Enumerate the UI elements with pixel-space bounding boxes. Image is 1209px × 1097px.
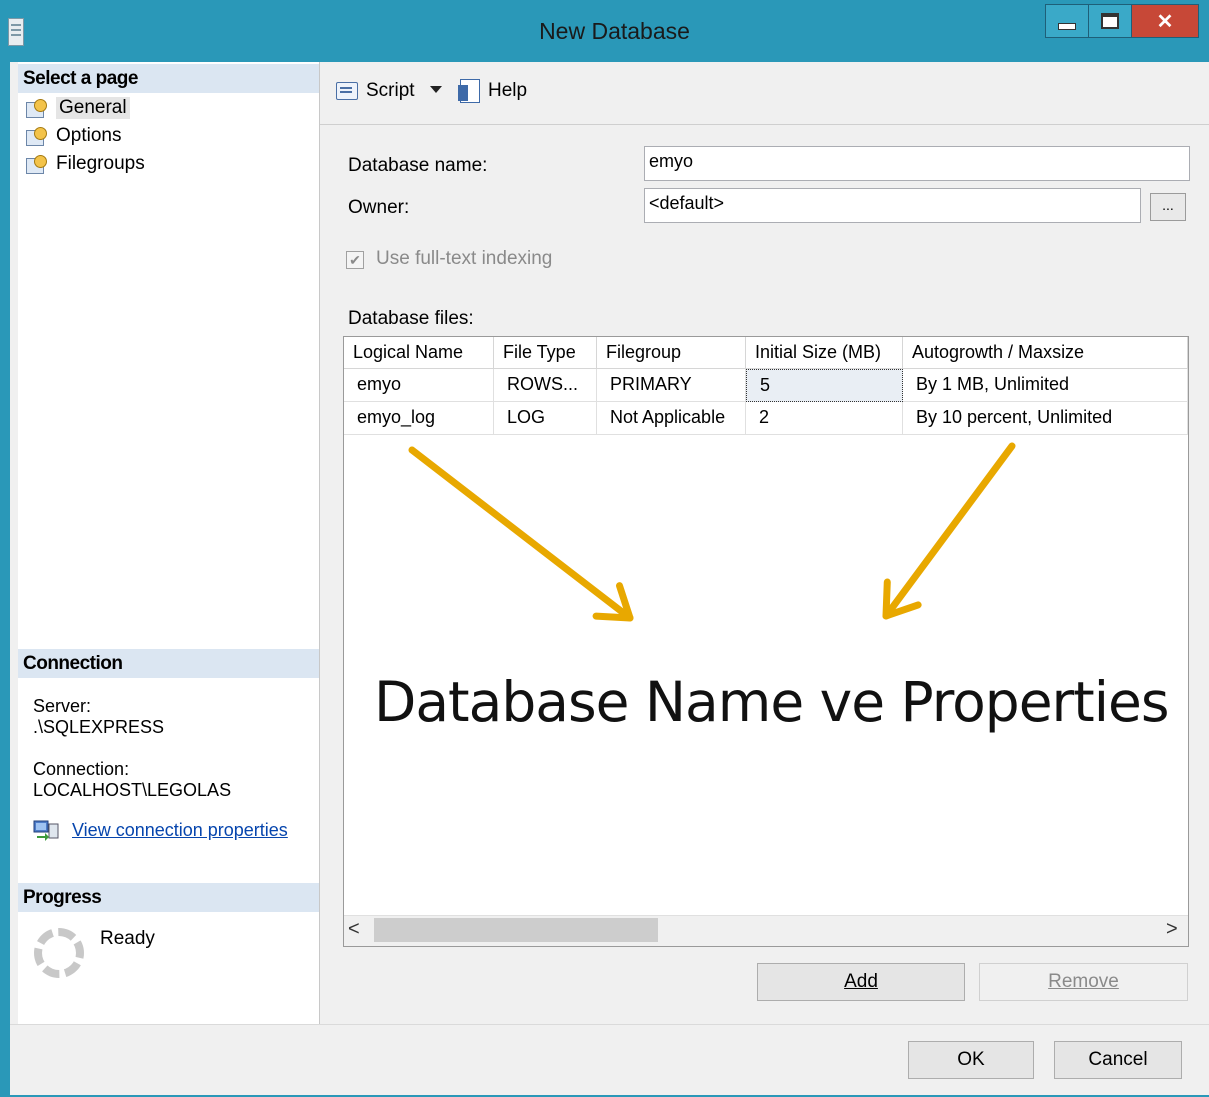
toolbar	[320, 62, 1209, 125]
connection-header: Connection	[18, 649, 319, 678]
grid-cell-filegroup[interactable]: Not Applicable	[597, 402, 746, 435]
grid-header-logical-name[interactable]: Logical Name	[344, 337, 494, 369]
grid-cell-initial-size[interactable]: 2	[746, 402, 903, 435]
progress-spinner-icon	[34, 928, 84, 978]
page-settings-icon	[26, 127, 48, 146]
minimize-button[interactable]	[1045, 4, 1089, 38]
page-item-label: General	[56, 97, 130, 119]
grid-header-autogrowth[interactable]: Autogrowth / Maxsize	[903, 337, 1188, 369]
script-dropdown-arrow-icon[interactable]	[430, 86, 442, 93]
owner-browse-button[interactable]: ...	[1150, 193, 1186, 221]
grid-cell-logical-name[interactable]: emyo	[344, 369, 494, 402]
server-value: .\SQLEXPRESS	[33, 717, 165, 737]
grid-cell-file-type[interactable]: ROWS...	[494, 369, 597, 402]
grid-header-initial-size[interactable]: Initial Size (MB)	[746, 337, 903, 369]
view-connection-properties-link[interactable]: View connection properties	[72, 820, 288, 841]
grid-cell-file-type[interactable]: LOG	[494, 402, 597, 435]
add-file-button[interactable]: Add	[757, 963, 965, 1001]
remove-file-button[interactable]: Remove	[979, 963, 1188, 1001]
scroll-right-icon[interactable]: >	[1166, 918, 1178, 941]
scrollbar-thumb[interactable]	[374, 918, 658, 942]
script-button[interactable]: Script	[334, 78, 415, 104]
maximize-icon	[1101, 13, 1119, 29]
help-button[interactable]: Help	[458, 78, 527, 104]
grid-cell-logical-name[interactable]: emyo_log	[344, 402, 494, 435]
maximize-button[interactable]	[1088, 4, 1132, 38]
select-page-header: Select a page	[18, 64, 319, 93]
page-settings-icon	[26, 99, 48, 118]
left-panel	[18, 62, 320, 1024]
remove-label: Remove	[1048, 971, 1119, 992]
page-settings-icon	[26, 155, 48, 174]
database-name-input[interactable]: emyo	[644, 146, 1190, 181]
owner-label: Owner:	[348, 197, 410, 218]
page-item-label: Options	[56, 125, 122, 146]
close-icon: ✕	[1156, 10, 1174, 33]
minimize-icon	[1058, 22, 1076, 30]
page-item-options[interactable]: Options	[26, 123, 121, 149]
script-icon	[334, 80, 360, 102]
connection-label: Connection:	[33, 759, 130, 779]
grid-cell-autogrowth[interactable]: By 10 percent, Unlimited	[903, 402, 1188, 435]
connection-value: LOCALHOST\LEGOLAS	[33, 780, 232, 800]
page-item-label: Filegroups	[56, 153, 145, 174]
owner-input[interactable]: <default>	[644, 188, 1141, 223]
script-label: Script	[366, 80, 415, 101]
progress-status: Ready	[100, 928, 155, 949]
cancel-button[interactable]: Cancel	[1054, 1041, 1182, 1079]
ok-button[interactable]: OK	[908, 1041, 1034, 1079]
grid-cell-autogrowth[interactable]: By 1 MB, Unlimited	[903, 369, 1188, 402]
connection-properties-icon	[33, 820, 59, 841]
page-item-general[interactable]: General	[26, 95, 130, 121]
help-icon	[458, 79, 482, 103]
grid-header-filegroup[interactable]: Filegroup	[597, 337, 746, 369]
progress-header: Progress	[18, 883, 319, 912]
database-files-label: Database files:	[348, 308, 474, 329]
grid-cell-initial-size[interactable]: 5	[746, 369, 903, 402]
database-name-label: Database name:	[348, 155, 488, 176]
add-label: Add	[844, 971, 878, 992]
grid-header-file-type[interactable]: File Type	[494, 337, 597, 369]
page-item-filegroups[interactable]: Filegroups	[26, 151, 145, 177]
server-label: Server:	[33, 696, 92, 716]
annotation-caption: Database Name ve Properties	[374, 670, 1169, 734]
scroll-left-icon[interactable]: <	[348, 918, 360, 941]
window-title: New Database	[539, 18, 690, 44]
fulltext-indexing-label: Use full-text indexing	[376, 248, 553, 269]
help-label: Help	[488, 80, 528, 101]
grid-cell-filegroup[interactable]: PRIMARY	[597, 369, 746, 402]
fulltext-indexing-checkbox[interactable]: ✔	[346, 251, 364, 269]
close-button[interactable]: ✕	[1131, 4, 1199, 38]
